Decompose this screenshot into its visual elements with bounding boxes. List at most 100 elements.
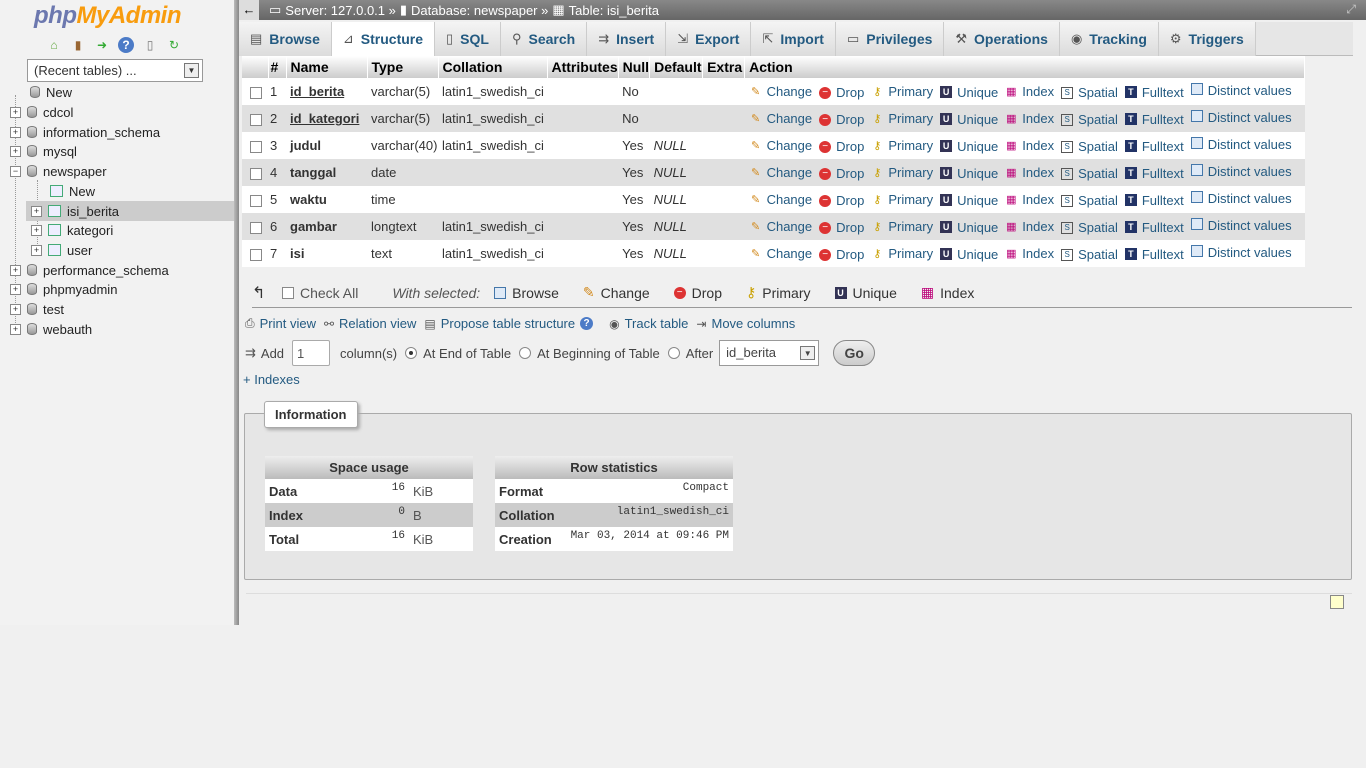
tab-structure[interactable]: ⊿ Structure — [331, 22, 436, 56]
bulk-change-button[interactable]: ✎ Change — [583, 284, 650, 301]
header-attributes[interactable]: Attributes — [547, 56, 619, 78]
expand-icon[interactable]: + — [10, 106, 21, 118]
spatial-button[interactable]: S Spatial — [1060, 166, 1118, 181]
primary-button[interactable]: ⚷ Primary — [870, 219, 933, 234]
tab-operations[interactable]: ⚒ Operations — [944, 22, 1060, 56]
bulk-primary-button[interactable]: ⚷ Primary — [746, 284, 811, 301]
tree-db-webauth[interactable]: + webauth — [10, 320, 92, 338]
bulk-index-button[interactable]: ▦ Index — [921, 284, 974, 301]
unique-button[interactable]: U Unique — [939, 220, 998, 235]
primary-button[interactable]: ⚷ Primary — [870, 84, 933, 99]
change-button[interactable]: ✎ Change — [749, 246, 812, 261]
spatial-button[interactable]: S Spatial — [1060, 85, 1118, 100]
propose-table-structure-link[interactable]: ▤ Propose table structure? — [424, 316, 594, 331]
header-type[interactable]: Type — [367, 56, 439, 78]
drop-button[interactable]: − Drop — [818, 139, 864, 154]
primary-button[interactable]: ⚷ Primary — [870, 192, 933, 207]
query-window-icon[interactable]: ➜ — [94, 37, 110, 53]
change-button[interactable]: ✎ Change — [749, 111, 812, 126]
drop-button[interactable]: − Drop — [818, 193, 864, 208]
expand-icon[interactable]: + — [10, 126, 21, 138]
check-all-checkbox[interactable] — [282, 286, 294, 299]
bulk-browse-button[interactable]: Browse — [494, 285, 559, 301]
distinct-values-button[interactable]: Distinct values — [1190, 164, 1292, 179]
tree-db-phpmyadmin[interactable]: + phpmyadmin — [10, 280, 117, 298]
table-row[interactable]: 3 judul varchar(40) latin1_swedish_ci Yes NUL… — [242, 132, 1305, 159]
expand-icon[interactable]: + — [10, 264, 21, 276]
fulltext-button[interactable]: T Fulltext — [1124, 166, 1184, 181]
unique-button[interactable]: U Unique — [939, 193, 998, 208]
header-default[interactable]: Default — [649, 56, 704, 78]
tree-table-user[interactable]: + user — [31, 241, 92, 259]
track-table-link[interactable]: ◉ Track table — [609, 316, 688, 331]
row-checkbox-cell[interactable] — [242, 159, 268, 186]
tab-import[interactable]: ⇱ Import — [751, 22, 836, 56]
primary-button[interactable]: ⚷ Primary — [870, 165, 933, 180]
table-row[interactable]: 7 isi text latin1_swedish_ci Yes NULL ✎ Change −… — [242, 240, 1305, 267]
unique-button[interactable]: U Unique — [939, 112, 998, 127]
row-checkbox[interactable] — [250, 248, 262, 261]
index-button[interactable]: ▦ Index — [1004, 111, 1054, 126]
help-icon[interactable]: ? — [580, 317, 594, 330]
bulk-drop-button[interactable]: − Drop — [673, 285, 722, 301]
unique-button[interactable]: U Unique — [939, 247, 998, 262]
maximize-icon[interactable]: ⤢ — [1346, 2, 1356, 17]
table-row[interactable]: 2 id_kategori varchar(5) latin1_swedish_ci N… — [242, 105, 1305, 132]
distinct-values-button[interactable]: Distinct values — [1190, 110, 1292, 125]
fulltext-button[interactable]: T Fulltext — [1124, 112, 1184, 127]
table-row[interactable]: 4 tanggal date Yes NULL ✎ Change − Drop ⚷ Primary U… — [242, 159, 1305, 186]
row-checkbox[interactable] — [250, 167, 262, 180]
row-checkbox[interactable] — [250, 86, 262, 99]
row-checkbox[interactable] — [250, 113, 262, 126]
index-button[interactable]: ▦ Index — [1004, 246, 1054, 261]
tree-db-performance-schema[interactable]: + performance_schema — [10, 261, 169, 279]
row-checkbox-cell[interactable] — [242, 105, 268, 132]
bulk-unique-button[interactable]: U Unique — [834, 285, 897, 301]
primary-button[interactable]: ⚷ Primary — [870, 111, 933, 126]
breadcrumb-table[interactable]: Table: isi_berita — [569, 3, 659, 18]
tab-privileges[interactable]: ▭ Privileges — [835, 22, 945, 56]
fulltext-button[interactable]: T Fulltext — [1124, 220, 1184, 235]
tab-sql[interactable]: ▯ SQL — [435, 22, 501, 56]
row-checkbox-cell[interactable] — [242, 213, 268, 240]
expand-icon[interactable]: + — [31, 244, 42, 256]
spatial-button[interactable]: S Spatial — [1060, 112, 1118, 127]
row-checkbox[interactable] — [250, 221, 262, 234]
index-button[interactable]: ▦ Index — [1004, 192, 1054, 207]
sidebar-resize-handle[interactable] — [234, 0, 239, 625]
after-radio[interactable] — [667, 347, 680, 359]
drop-button[interactable]: − Drop — [818, 247, 864, 262]
logout-icon[interactable]: ▮ — [70, 37, 86, 53]
home-icon[interactable]: ⌂ — [46, 37, 62, 53]
unique-button[interactable]: U Unique — [939, 85, 998, 100]
go-button[interactable]: Go — [833, 340, 876, 366]
drop-button[interactable]: − Drop — [818, 220, 864, 235]
tree-item-new[interactable]: New — [30, 83, 72, 101]
index-button[interactable]: ▦ Index — [1004, 165, 1054, 180]
distinct-values-button[interactable]: Distinct values — [1190, 218, 1292, 233]
recent-tables-select[interactable]: (Recent tables) ... ▼ — [27, 59, 203, 82]
table-row[interactable]: 5 waktu time Yes NULL ✎ Change − Drop ⚷ Primary U Un… — [242, 186, 1305, 213]
primary-button[interactable]: ⚷ Primary — [870, 138, 933, 153]
move-columns-link[interactable]: ⇥ Move columns — [696, 316, 795, 331]
primary-button[interactable]: ⚷ Primary — [870, 246, 933, 261]
tab-browse[interactable]: ▤ Browse — [239, 22, 332, 56]
distinct-values-button[interactable]: Distinct values — [1190, 191, 1292, 206]
change-button[interactable]: ✎ Change — [749, 165, 812, 180]
spatial-button[interactable]: S Spatial — [1060, 220, 1118, 235]
at-beginning-radio[interactable] — [519, 347, 532, 359]
expand-icon[interactable]: + — [10, 323, 21, 335]
spatial-button[interactable]: S Spatial — [1060, 247, 1118, 262]
fulltext-button[interactable]: T Fulltext — [1124, 247, 1184, 262]
tree-db-newspaper[interactable]: − newspaper — [10, 162, 107, 180]
tab-insert[interactable]: ⇉ Insert — [587, 22, 667, 56]
drop-button[interactable]: − Drop — [818, 166, 864, 181]
tree-table-isi-berita[interactable]: + isi_berita — [31, 202, 119, 220]
collapse-icon[interactable]: − — [10, 165, 21, 177]
table-row[interactable]: 6 gambar longtext latin1_swedish_ci Yes NULL ✎… — [242, 213, 1305, 240]
header-extra[interactable]: Extra — [702, 56, 746, 78]
tree-db-cdcol[interactable]: + cdcol — [10, 103, 73, 121]
tree-table-kategori[interactable]: + kategori — [31, 221, 113, 239]
table-row[interactable]: 1 id_berita varchar(5) latin1_swedish_ci No ✎… — [242, 78, 1305, 105]
row-checkbox-cell[interactable] — [242, 186, 268, 213]
